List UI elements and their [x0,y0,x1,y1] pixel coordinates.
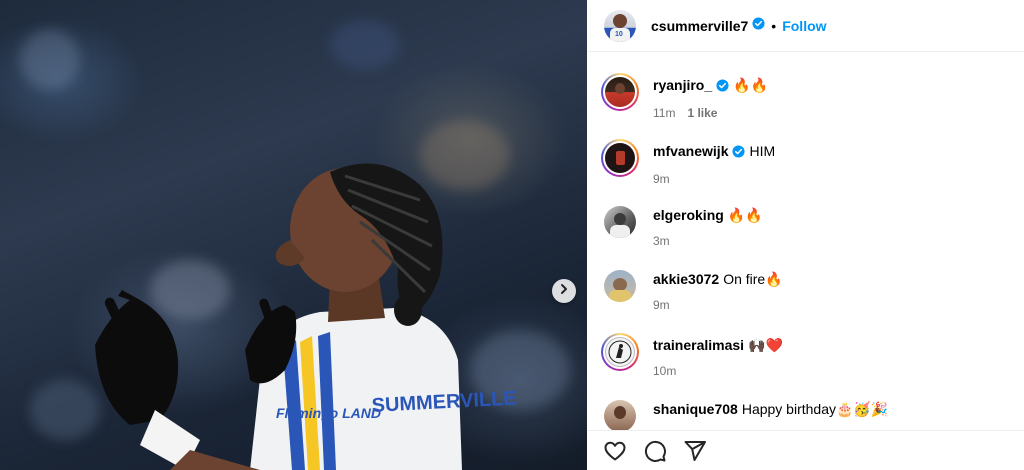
comments-list[interactable]: ryanjiro_ 🔥🔥 11m 1 like mfvanewijk HIM 9… [587,53,1024,430]
comment-time[interactable]: 10m [653,364,676,378]
logo-icon [608,340,632,364]
player-illustration: SUMMERVILLE Flamingo LAND [95,163,517,470]
author-username[interactable]: csummerville7 [651,18,748,34]
commenter-avatar [605,77,635,107]
chevron-right-icon [558,282,570,300]
comment-username[interactable]: traineralimasi [653,337,744,353]
comment-text: Happy birthday🎂🥳🎉 [741,401,889,417]
comment-item: akkie3072 On fire🔥 9m [601,267,783,312]
verified-badge-icon [716,78,729,96]
commenter-avatar [605,143,635,173]
post-photo[interactable]: SUMMERVILLE Flamingo LAND [0,0,587,470]
story-ring[interactable] [601,139,639,177]
comment-item: shanique708 Happy birthday🎂🥳🎉 [601,397,888,430]
comment-time[interactable]: 9m [653,298,670,312]
comment-time[interactable]: 9m [653,172,670,186]
author-avatar[interactable]: 10 [604,9,636,42]
story-ring[interactable] [601,333,639,371]
comment-text: 🔥🔥 [727,207,763,223]
commenter-avatar [605,337,635,367]
comment-item: traineralimasi 🙌🏿❤️ 10m [601,333,783,378]
comment-username[interactable]: mfvanewijk [653,143,728,159]
commenter-avatar[interactable] [604,206,636,238]
comment-username[interactable]: shanique708 [653,401,738,417]
verified-badge-icon [752,16,765,35]
comment-text: 🔥🔥 [733,77,769,93]
action-bar [587,430,1024,470]
follow-button[interactable]: Follow [782,18,826,34]
comment-icon[interactable] [643,439,667,463]
next-photo-button[interactable] [552,279,576,303]
comment-time[interactable]: 3m [653,234,670,248]
comment-text: HIM [749,143,776,159]
comment-text: On fire🔥 [723,271,783,287]
post-details-panel: 10 csummerville7 • Follow ryanjiro_ 🔥🔥 1… [587,0,1024,470]
post-header: 10 csummerville7 • Follow [587,0,1024,52]
comment-username[interactable]: akkie3072 [653,271,719,287]
comment-item: mfvanewijk HIM 9m [601,139,775,186]
commenter-avatar[interactable] [604,400,636,430]
commenter-avatar[interactable] [604,270,636,302]
comment-time[interactable]: 11m [653,106,675,120]
comment-username[interactable]: ryanjiro_ [653,77,712,93]
comment-item: elgeroking 🔥🔥 3m [601,203,763,248]
comment-username[interactable]: elgeroking [653,207,724,223]
verified-badge-icon [732,144,746,162]
comment-likes[interactable]: 1 like [687,106,717,120]
comment-item: ryanjiro_ 🔥🔥 11m 1 like [601,73,768,120]
story-ring[interactable] [601,73,639,111]
heart-icon[interactable] [603,439,627,463]
jersey-sponsor: Flamingo LAND [276,405,381,421]
share-icon[interactable] [683,439,707,463]
comment-text: 🙌🏿❤️ [748,337,783,353]
separator-dot: • [771,17,777,34]
